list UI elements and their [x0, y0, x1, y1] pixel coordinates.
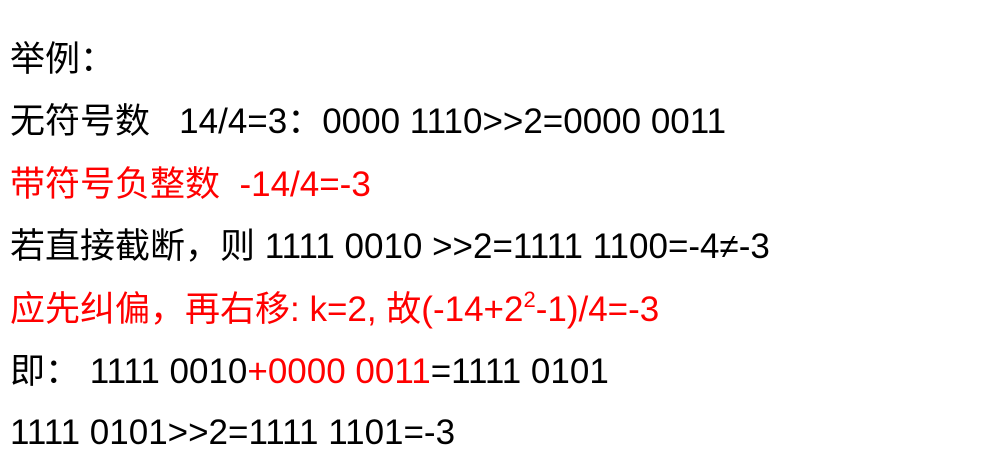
exponent: 2 — [523, 287, 536, 312]
unsigned-example: 无符号数 14/4=3：0000 1110>>2=0000 0011 — [10, 102, 727, 141]
addition-line: 即： 1111 0010+0000 0011=1111 0101 — [10, 350, 609, 394]
signed-negative-example: 带符号负整数 -14/4=-3 — [10, 165, 371, 204]
example-heading: 举例： — [10, 40, 116, 79]
addition-prefix: 即： 1111 0010 — [10, 352, 248, 391]
bias-text: 应先纠偏，再右移: k=2, 故(-14+2 — [10, 290, 524, 329]
bias-correction-line: 应先纠偏，再右移: k=2, 故(-14+22-1)/4=-3 — [10, 288, 659, 332]
bias-addend: +0000 0011 — [247, 352, 431, 391]
addition-result: =1111 0101 — [430, 352, 609, 391]
truncation-line: 若直接截断，则 1111 0010 >>2=1111 1100=-4≠-3 — [10, 227, 770, 266]
bias-text-end: -1)/4=-3 — [535, 290, 660, 329]
shift-result-line: 1111 0101>>2=1111 1101=-3 — [10, 413, 456, 452]
